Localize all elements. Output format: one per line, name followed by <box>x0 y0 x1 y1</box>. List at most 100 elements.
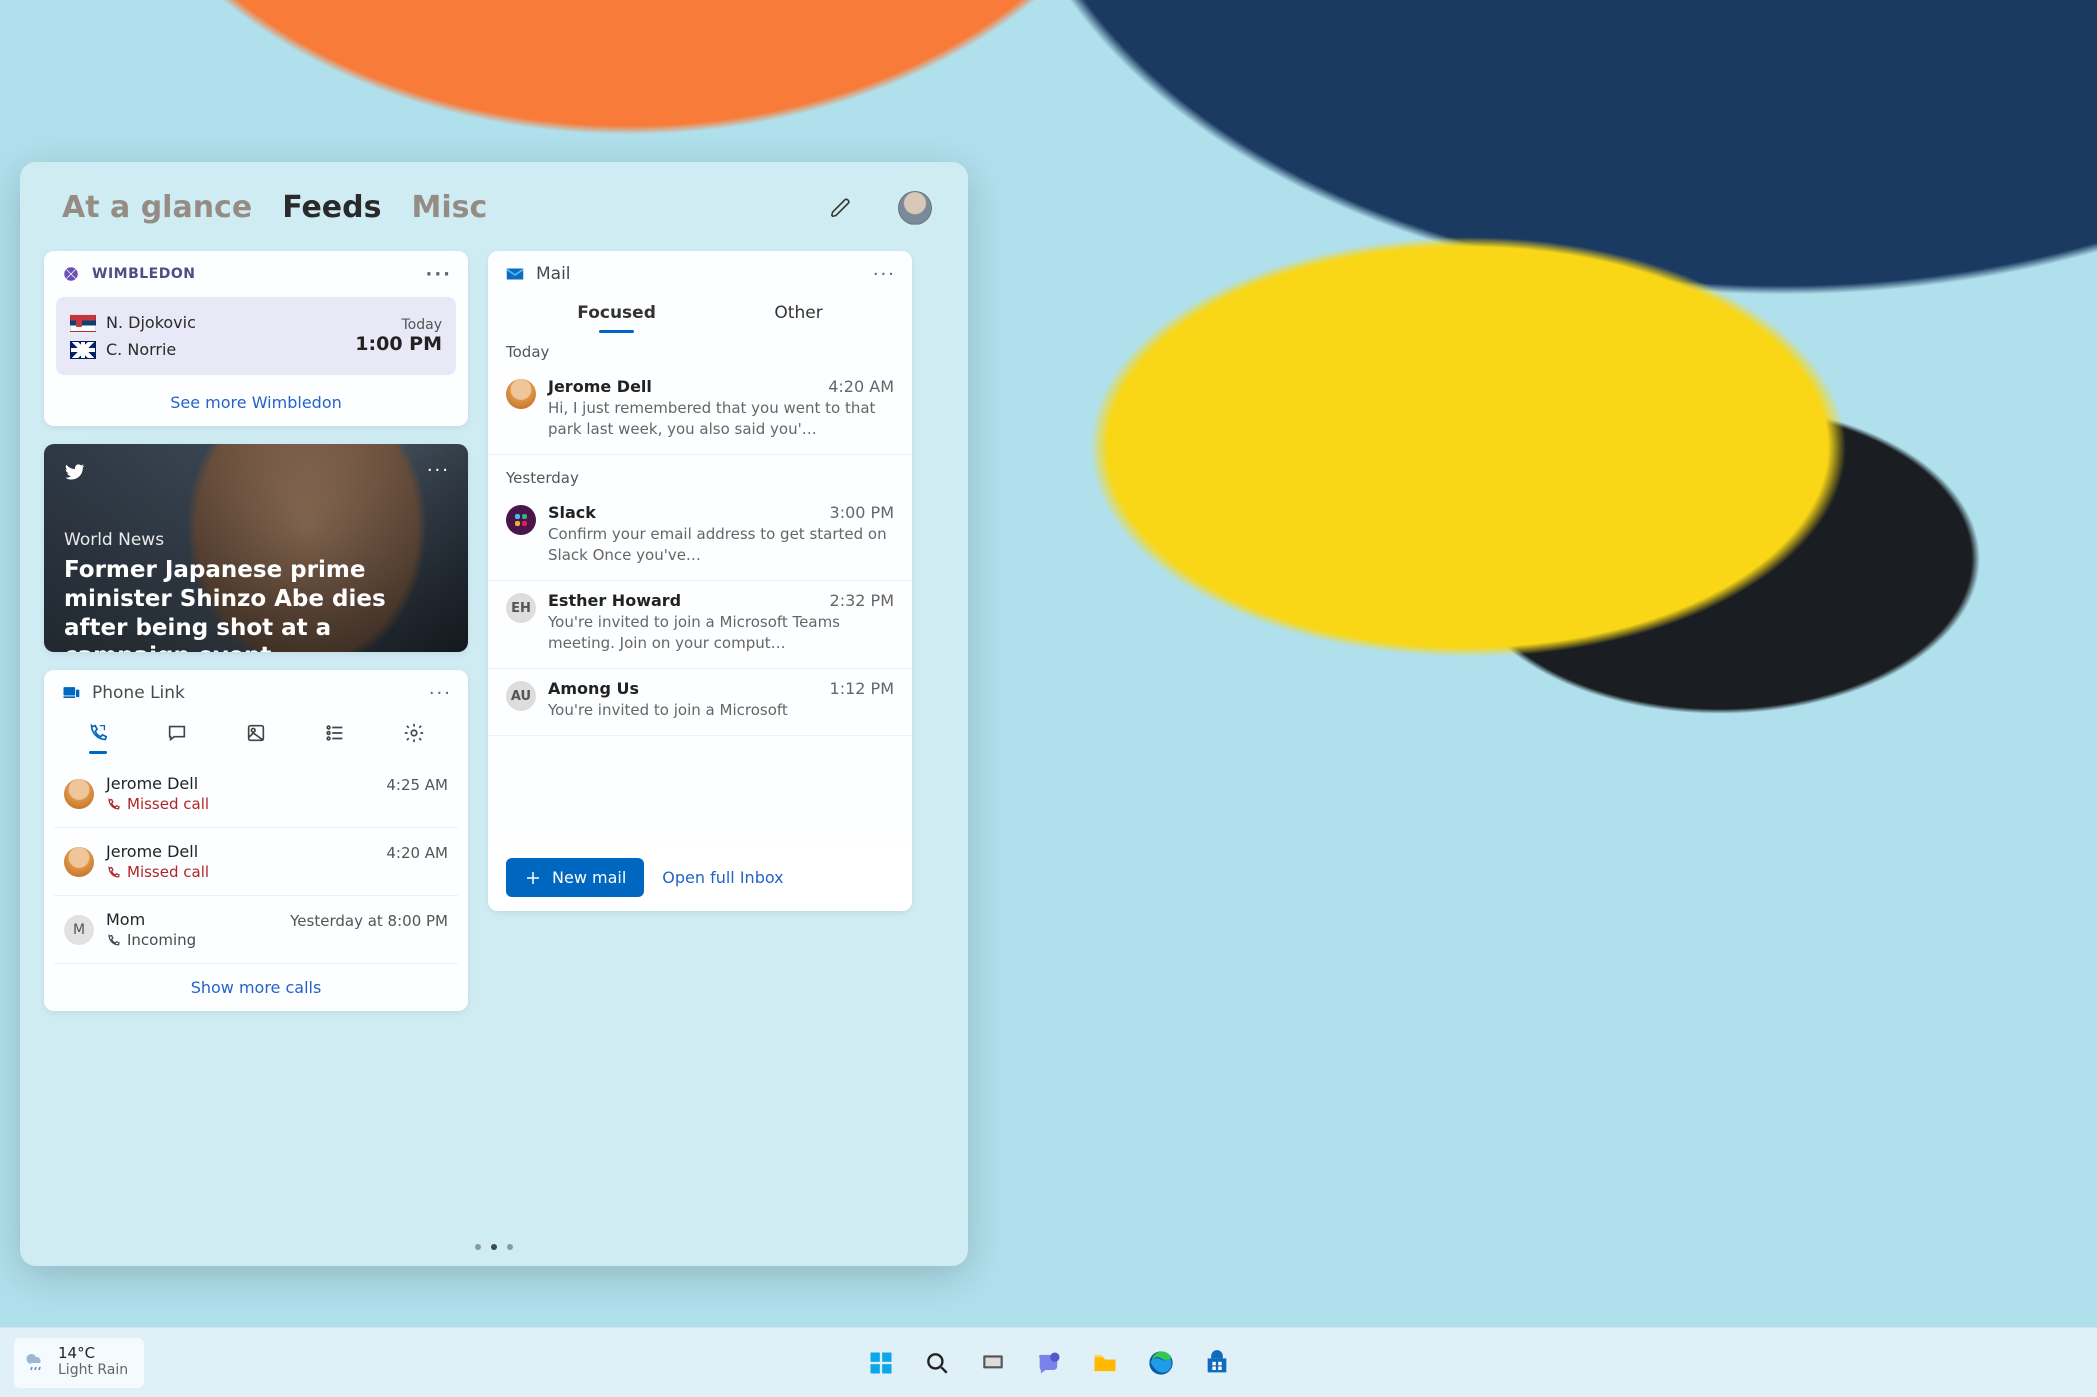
news-more-icon[interactable]: ··· <box>427 460 450 481</box>
taskview-button[interactable] <box>972 1342 1014 1384</box>
chat-button[interactable] <box>1028 1342 1070 1384</box>
mail-title: Mail <box>536 264 873 284</box>
sender-avatar: AU <box>506 681 536 711</box>
widgets-tabs: At a glance Feeds Misc <box>62 190 944 225</box>
call-time: 4:25 AM <box>386 776 448 794</box>
wimbledon-player-row: N. Djokovic <box>70 309 355 336</box>
wimbledon-card: WIMBLEDON ··· N. Djokovic C. Norrie <box>44 251 468 426</box>
store-button[interactable] <box>1196 1342 1238 1384</box>
phonelink-title: Phone Link <box>92 683 429 703</box>
phonelink-icon <box>60 682 82 704</box>
wimbledon-see-more-link[interactable]: See more Wimbledon <box>44 387 468 426</box>
mail-icon <box>504 263 526 285</box>
desktop-wallpaper: At a glance Feeds Misc WIMBLEDON <box>0 0 2097 1397</box>
mail-preview: Confirm your email address to get starte… <box>548 524 894 566</box>
news-category: World News <box>64 530 164 550</box>
call-status: Missed call <box>106 863 374 881</box>
phonelink-card: Phone Link ··· <box>44 670 468 1011</box>
phonelink-call-row[interactable]: Jerome Dell Missed call 4:20 AM <box>54 828 458 896</box>
wimbledon-time: Today 1:00 PM <box>355 317 442 355</box>
phonelink-tab-messages[interactable] <box>160 716 194 750</box>
player-name: N. Djokovic <box>106 313 196 332</box>
mail-time: 3:00 PM <box>830 503 894 522</box>
caller-avatar <box>64 847 94 877</box>
caller-name: Mom <box>106 910 278 929</box>
mail-tabs: Focused Other <box>488 297 912 329</box>
mail-preview: You're invited to join a Microsoft Teams… <box>548 612 894 654</box>
flag-uk-icon <box>70 341 96 359</box>
caller-avatar: M <box>64 915 94 945</box>
news-card[interactable]: ··· World News Former Japanese prime min… <box>44 444 468 652</box>
edit-widgets-icon[interactable] <box>826 193 856 223</box>
sender-avatar <box>506 379 536 409</box>
sender-avatar: EH <box>506 593 536 623</box>
news-headline: Former Japanese prime minister Shinzo Ab… <box>64 556 448 652</box>
mail-item[interactable]: AU Among Us 1:12 PM You're invited to join … <box>488 669 912 736</box>
call-status: Incoming <box>106 931 278 949</box>
caller-name: Jerome Dell <box>106 774 374 793</box>
mail-item[interactable]: Slack 3:00 PM Confirm your email address t… <box>488 493 912 581</box>
caller-name: Jerome Dell <box>106 842 374 861</box>
caller-avatar <box>64 779 94 809</box>
explorer-button[interactable] <box>1084 1342 1126 1384</box>
flag-serbia-icon <box>70 314 96 332</box>
mail-item[interactable]: Jerome Dell 4:20 AM Hi, I just remembered … <box>488 367 912 455</box>
search-button[interactable] <box>916 1342 958 1384</box>
mail-more-icon[interactable]: ··· <box>873 264 896 285</box>
phonelink-more-icon[interactable]: ··· <box>429 683 452 704</box>
mail-section-heading: Yesterday <box>488 455 912 493</box>
mail-from: Jerome Dell <box>548 377 652 396</box>
mail-preview: You're invited to join a Microsoft <box>548 700 894 721</box>
page-indicator <box>20 1244 968 1250</box>
tab-at-a-glance[interactable]: At a glance <box>62 190 252 225</box>
wimbledon-player-row: C. Norrie <box>70 336 355 363</box>
phonelink-tab-calls[interactable] <box>81 716 115 750</box>
mail-item[interactable]: EH Esther Howard 2:32 PM You're invited to … <box>488 581 912 669</box>
page-dot[interactable] <box>491 1244 497 1250</box>
call-time: Yesterday at 8:00 PM <box>290 912 448 930</box>
mail-preview: Hi, I just remembered that you went to t… <box>548 398 894 440</box>
mail-tab-focused[interactable]: Focused <box>573 297 660 329</box>
phonelink-show-more-link[interactable]: Show more calls <box>44 964 468 1011</box>
taskbar-apps <box>860 1342 1238 1384</box>
sender-avatar <box>506 505 536 535</box>
wimbledon-more-icon[interactable]: ··· <box>425 264 452 285</box>
user-avatar[interactable] <box>898 191 932 225</box>
phonelink-tab-photos[interactable] <box>239 716 273 750</box>
tab-feeds[interactable]: Feeds <box>282 190 381 225</box>
taskbar: 14°C Light Rain <box>0 1327 2097 1397</box>
call-time: 4:20 AM <box>386 844 448 862</box>
wimbledon-title: WIMBLEDON <box>92 266 425 282</box>
mail-section-heading: Today <box>488 329 912 367</box>
new-mail-button[interactable]: New mail <box>506 858 644 897</box>
page-dot[interactable] <box>507 1244 513 1250</box>
player-name: C. Norrie <box>106 340 176 359</box>
edge-button[interactable] <box>1140 1342 1182 1384</box>
weather-temp: 14°C <box>58 1344 128 1362</box>
mail-from: Esther Howard <box>548 591 681 610</box>
open-full-inbox-link[interactable]: Open full Inbox <box>662 868 783 887</box>
phonelink-call-row[interactable]: M Mom Incoming Yesterday at 8:00 PM <box>54 896 458 964</box>
mail-time: 2:32 PM <box>830 591 894 610</box>
phonelink-tab-settings[interactable] <box>397 716 431 750</box>
tab-misc[interactable]: Misc <box>412 190 488 225</box>
start-button[interactable] <box>860 1342 902 1384</box>
widgets-panel: At a glance Feeds Misc WIMBLEDON <box>20 162 968 1266</box>
wimbledon-match[interactable]: N. Djokovic C. Norrie Today 1:00 PM <box>56 297 456 375</box>
mail-card: Mail ··· Focused Other Today Jerome Dell 4… <box>488 251 912 911</box>
mail-from: Among Us <box>548 679 639 698</box>
weather-rain-icon <box>24 1350 48 1374</box>
mail-time: 1:12 PM <box>830 679 894 698</box>
taskbar-weather[interactable]: 14°C Light Rain <box>14 1338 144 1388</box>
twitter-icon <box>62 460 86 484</box>
mail-actions: New mail Open full Inbox <box>488 844 912 911</box>
mail-from: Slack <box>548 503 596 522</box>
phonelink-call-row[interactable]: Jerome DellMissed call4:25 AM <box>54 760 458 828</box>
wimbledon-icon <box>60 263 82 285</box>
phonelink-tab-tasks[interactable] <box>318 716 352 750</box>
phonelink-tabs <box>44 716 468 754</box>
mail-tab-other[interactable]: Other <box>770 297 826 329</box>
mail-time: 4:20 AM <box>828 377 894 396</box>
weather-condition: Light Rain <box>58 1362 128 1378</box>
page-dot[interactable] <box>475 1244 481 1250</box>
